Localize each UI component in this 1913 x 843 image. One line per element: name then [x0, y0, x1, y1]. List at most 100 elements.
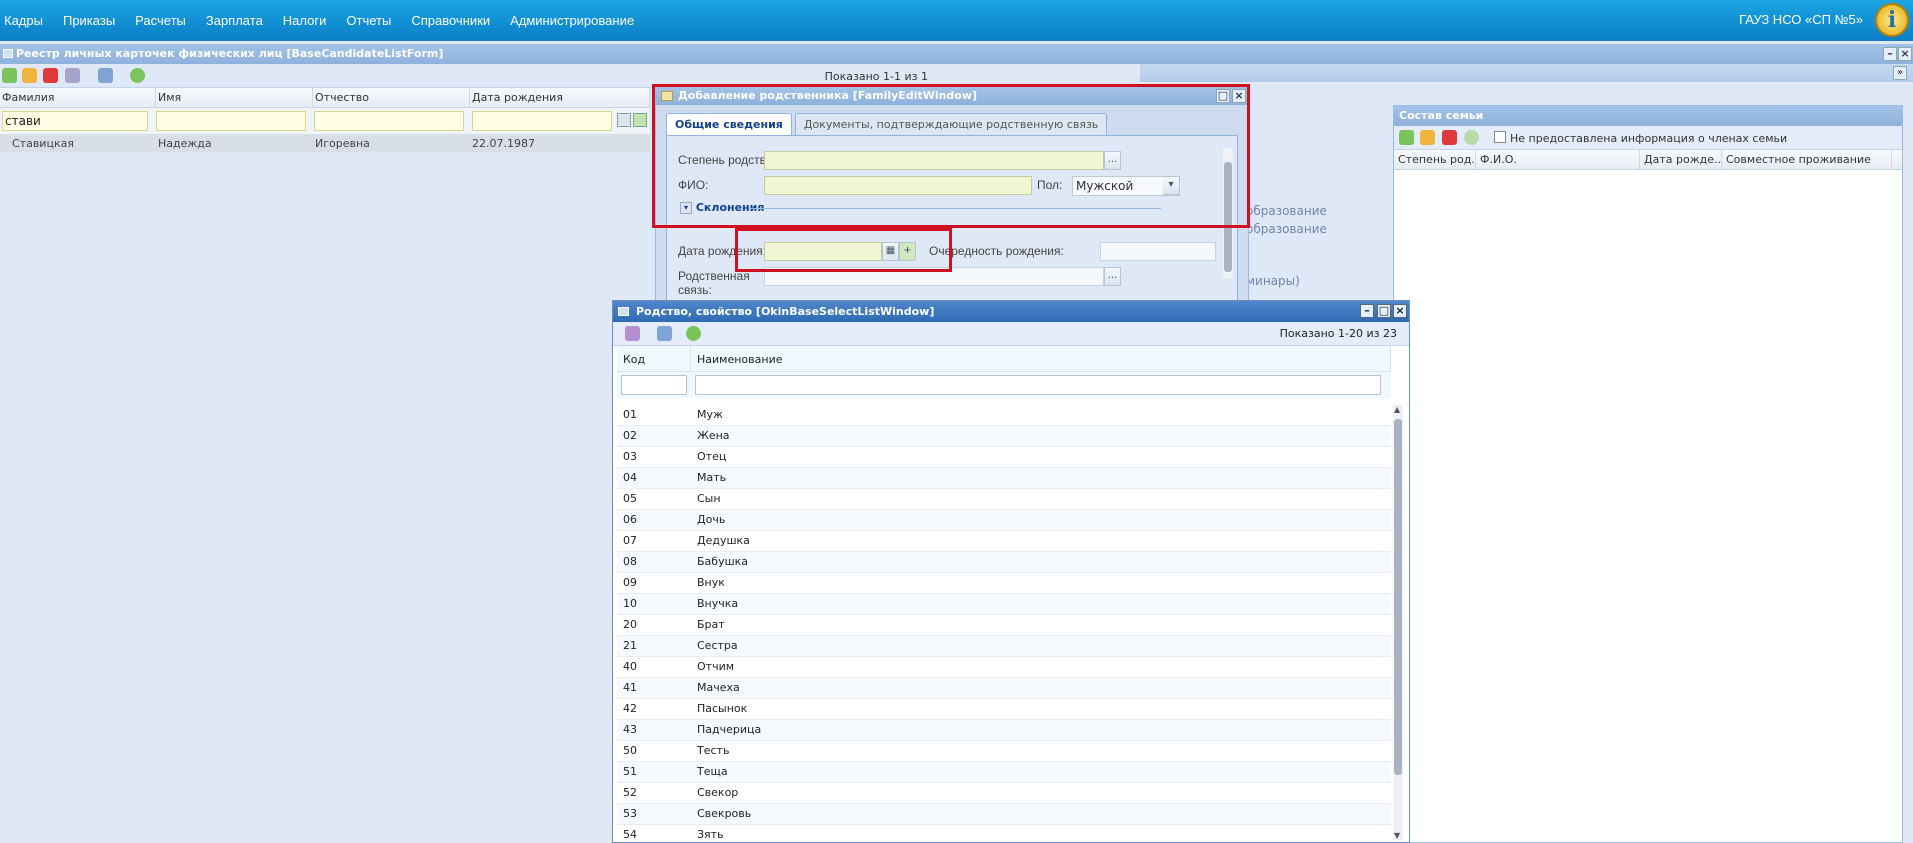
col-relation-degree[interactable]: Степень род...: [1394, 150, 1476, 169]
calendar-icon[interactable]: [617, 113, 631, 127]
table-row[interactable]: Ставицкая Надежда Игоревна 22.07.1987: [0, 134, 650, 152]
cell-code: 06: [623, 513, 637, 526]
window-icon: [3, 49, 13, 58]
cell-name: Брат: [697, 618, 725, 631]
list-item[interactable]: 42 Пасынок: [617, 699, 1391, 720]
family-delete-icon[interactable]: [1442, 130, 1457, 145]
col-code[interactable]: Код: [617, 346, 691, 371]
select-scrollbar[interactable]: ▲ ▼: [1393, 405, 1403, 840]
card-detail-bar: »: [1140, 64, 1913, 82]
filter-surname-input[interactable]: стави: [2, 111, 148, 131]
select-refresh-icon[interactable]: [686, 326, 701, 341]
records-shown: Показано 1-1 из 1: [824, 70, 928, 83]
close-icon[interactable]: ×: [1898, 47, 1912, 61]
menu-calculations[interactable]: Расчеты: [131, 13, 196, 28]
select-toolbar: Показано 1-20 из 23: [613, 322, 1409, 346]
list-item[interactable]: 53 Свекровь: [617, 804, 1391, 825]
cell-code: 10: [623, 597, 637, 610]
col-surname[interactable]: Фамилия: [0, 88, 156, 107]
expand-icon[interactable]: »: [1893, 66, 1907, 80]
filter-code-input[interactable]: [621, 375, 687, 395]
family-refresh-icon[interactable]: [1464, 130, 1479, 145]
filter-patronymic-input[interactable]: [314, 111, 464, 131]
label-relation-2: связь:: [678, 283, 712, 297]
list-item[interactable]: 41 Мачеха: [617, 678, 1391, 699]
select-actions-icon[interactable]: [625, 326, 640, 341]
filter-birthdate-input[interactable]: [472, 111, 647, 131]
select-window-title: Родство, свойство [OkinBaseSelectListWin…: [636, 305, 935, 318]
birth-order-field[interactable]: [1100, 242, 1216, 261]
select-print-icon[interactable]: [657, 326, 672, 341]
family-add-icon[interactable]: [1399, 130, 1414, 145]
no-info-checkbox[interactable]: [1494, 131, 1506, 143]
cell-code: 09: [623, 576, 637, 589]
menu-taxes[interactable]: Налоги: [279, 13, 337, 28]
select-scroll-thumb[interactable]: [1394, 419, 1402, 775]
cell-name: Бабушка: [697, 555, 749, 568]
select-window-title-bar: Родство, свойство [OkinBaseSelectListWin…: [613, 301, 1409, 322]
col-birth-date[interactable]: Дата рожде...: [1640, 150, 1722, 169]
cell-code: 03: [623, 450, 637, 463]
actions-dropdown-icon[interactable]: [65, 68, 80, 83]
col-fio[interactable]: Ф.И.О.: [1476, 150, 1640, 169]
cell-name: Свекор: [697, 786, 739, 799]
today-icon[interactable]: [633, 113, 647, 127]
list-item[interactable]: 54 Зять: [617, 825, 1391, 843]
family-composition-panel: Состав семьи Не предоставлена информация…: [1393, 105, 1903, 843]
list-item[interactable]: 08 Бабушка: [617, 552, 1391, 573]
scroll-down-icon[interactable]: ▼: [1394, 831, 1400, 840]
list-item[interactable]: 01 Муж: [617, 405, 1391, 426]
list-item[interactable]: 50 Тесть: [617, 741, 1391, 762]
edit-icon[interactable]: [22, 68, 37, 83]
cell-name: Отчим: [697, 660, 735, 673]
list-item[interactable]: 52 Свекор: [617, 783, 1391, 804]
list-item[interactable]: 04 Мать: [617, 468, 1391, 489]
list-item[interactable]: 51 Теща: [617, 762, 1391, 783]
list-item[interactable]: 20 Брат: [617, 615, 1391, 636]
scroll-up-icon[interactable]: ▲: [1394, 405, 1400, 414]
col-cohabitation[interactable]: Совместное проживание: [1722, 150, 1892, 169]
highlight-edit-window: [652, 84, 1250, 228]
col-name[interactable]: Имя: [156, 88, 313, 107]
list-item[interactable]: 03 Отец: [617, 447, 1391, 468]
list-item[interactable]: 09 Внук: [617, 573, 1391, 594]
list-item[interactable]: 02 Жена: [617, 426, 1391, 447]
add-icon[interactable]: [2, 68, 17, 83]
filter-title-input[interactable]: [695, 375, 1381, 395]
menu-administration[interactable]: Администрирование: [506, 13, 644, 28]
list-item[interactable]: 06 Дочь: [617, 510, 1391, 531]
menu-references[interactable]: Справочники: [407, 13, 500, 28]
select-rows: 01 Муж 02 Жена 03 Отец 04 Мать 05 Сын 06 Дочь 07 Деду…: [617, 405, 1391, 843]
cell-name: Внучка: [697, 597, 739, 610]
menu-orders[interactable]: Приказы: [59, 13, 125, 28]
family-edit-icon[interactable]: [1420, 130, 1435, 145]
menu-salary[interactable]: Зарплата: [202, 13, 273, 28]
select-minimize-icon[interactable]: –: [1360, 304, 1374, 318]
family-grid-header: Степень род... Ф.И.О. Дата рожде... Совм…: [1394, 150, 1902, 170]
menu-personnel[interactable]: Кадры: [0, 13, 53, 28]
col-title[interactable]: Наименование: [691, 346, 1391, 371]
list-item[interactable]: 07 Дедушка: [617, 531, 1391, 552]
list-item[interactable]: 05 Сын: [617, 489, 1391, 510]
cell-code: 05: [623, 492, 637, 505]
cell-name: Свекровь: [697, 807, 752, 820]
select-close-icon[interactable]: ×: [1393, 304, 1407, 318]
col-patronymic[interactable]: Отчество: [313, 88, 470, 107]
info-icon[interactable]: i: [1875, 3, 1909, 37]
select-maximize-icon[interactable]: □: [1377, 304, 1391, 318]
list-item[interactable]: 21 Сестра: [617, 636, 1391, 657]
list-item[interactable]: 40 Отчим: [617, 657, 1391, 678]
filter-name-input[interactable]: [156, 111, 306, 131]
cell-name: Сестра: [697, 639, 738, 652]
list-item[interactable]: 10 Внучка: [617, 594, 1391, 615]
cell-name: Дочь: [697, 513, 726, 526]
list-item[interactable]: 43 Падчерица: [617, 720, 1391, 741]
col-birthdate[interactable]: Дата рождения: [470, 88, 650, 107]
cell-code: 54: [623, 828, 637, 841]
menu-reports[interactable]: Отчеты: [342, 13, 401, 28]
minimize-icon[interactable]: –: [1883, 47, 1897, 61]
delete-icon[interactable]: [43, 68, 58, 83]
print-dropdown-icon[interactable]: [98, 68, 113, 83]
relation-ellipsis-button[interactable]: ...: [1104, 267, 1121, 286]
refresh-icon[interactable]: [130, 68, 145, 83]
